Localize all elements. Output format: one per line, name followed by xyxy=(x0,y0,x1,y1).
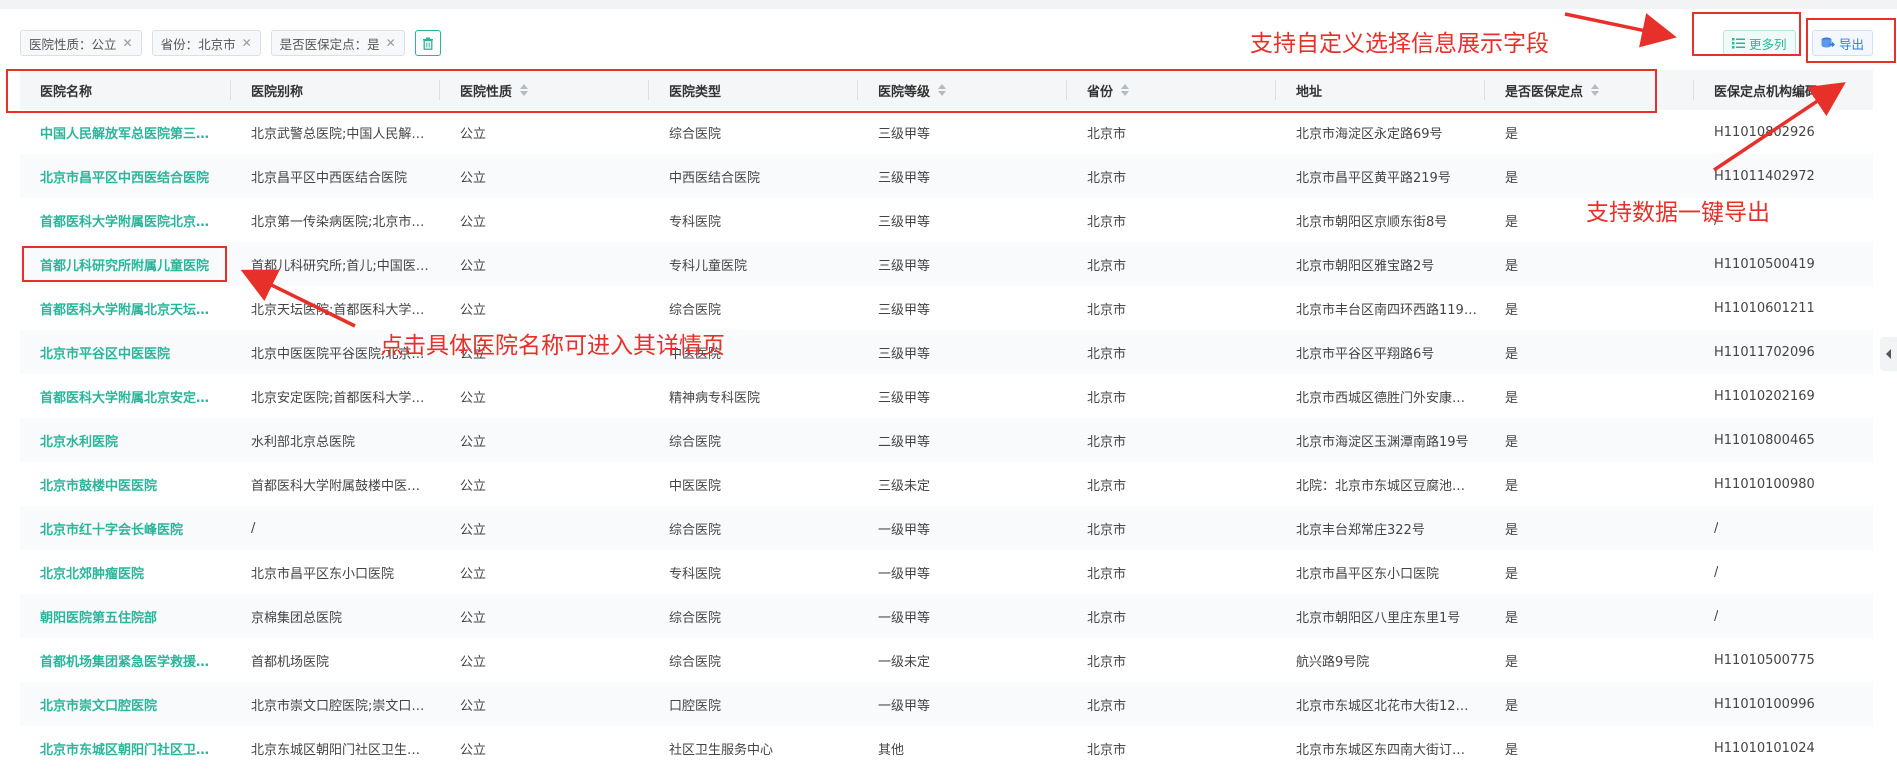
arrow-to-more-columns xyxy=(1564,12,1677,48)
arrow-to-export xyxy=(1713,82,1846,172)
annotation-arrows xyxy=(240,12,1846,328)
arrow-to-hospital-name xyxy=(240,269,356,328)
